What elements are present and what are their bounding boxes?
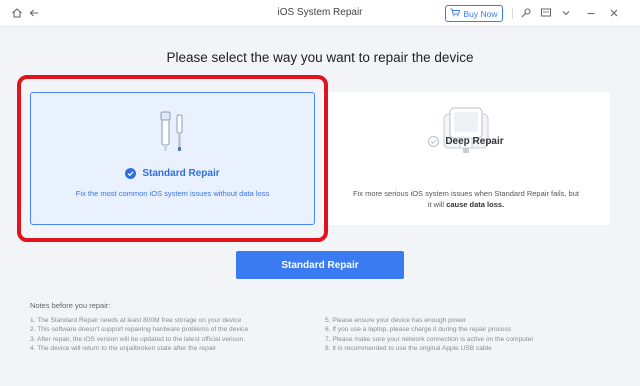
note-item: 3. After repair, the iOS version will be… — [30, 335, 246, 343]
note-item: 8. It is recommended to use the original… — [325, 345, 492, 353]
page-heading: Please select the way you want to repair… — [166, 50, 474, 65]
minimize-icon[interactable] — [584, 6, 598, 20]
note-item: 2. This software doesn't support repairi… — [30, 326, 249, 334]
unselected-check-icon — [428, 135, 440, 147]
buy-now-button[interactable]: Buy Now — [445, 5, 503, 22]
deep-repair-description: Fix more serious iOS system issues when … — [352, 188, 580, 210]
highlight-frame — [17, 75, 328, 242]
notes-list-right: 5. Please ensure your device has enough … — [325, 316, 534, 354]
note-item: 5. Please ensure your device has enough … — [325, 317, 467, 324]
title-bar: iOS System Repair Buy Now — [0, 0, 640, 27]
close-icon[interactable] — [607, 6, 621, 20]
search-key-icon[interactable] — [519, 6, 533, 20]
notes-title: Notes before you repair: — [30, 301, 111, 310]
buy-now-label: Buy Now — [463, 8, 498, 19]
feedback-icon[interactable] — [539, 6, 553, 20]
standard-repair-button[interactable]: Standard Repair — [236, 251, 404, 279]
cart-icon — [450, 8, 461, 19]
data-loss-warning: cause data loss. — [446, 200, 505, 209]
deep-repair-card[interactable]: Deep Repair Fix more serious iOS system … — [322, 92, 610, 225]
note-item: 4. The device will return to the unjailb… — [30, 345, 217, 353]
device-illustration — [322, 104, 610, 156]
notes-list-left: 1. The Standard Repair needs at least 80… — [30, 316, 248, 354]
toolbar-divider — [512, 8, 513, 19]
deep-repair-label: Deep Repair — [445, 135, 504, 147]
note-item: 7. Please make sure your network connect… — [325, 335, 534, 343]
note-item: 6. If you use a laptop, please charge it… — [325, 326, 512, 334]
menu-chevron-icon[interactable] — [559, 6, 573, 20]
note-item: 1. The Standard Repair needs at least 80… — [30, 317, 242, 324]
